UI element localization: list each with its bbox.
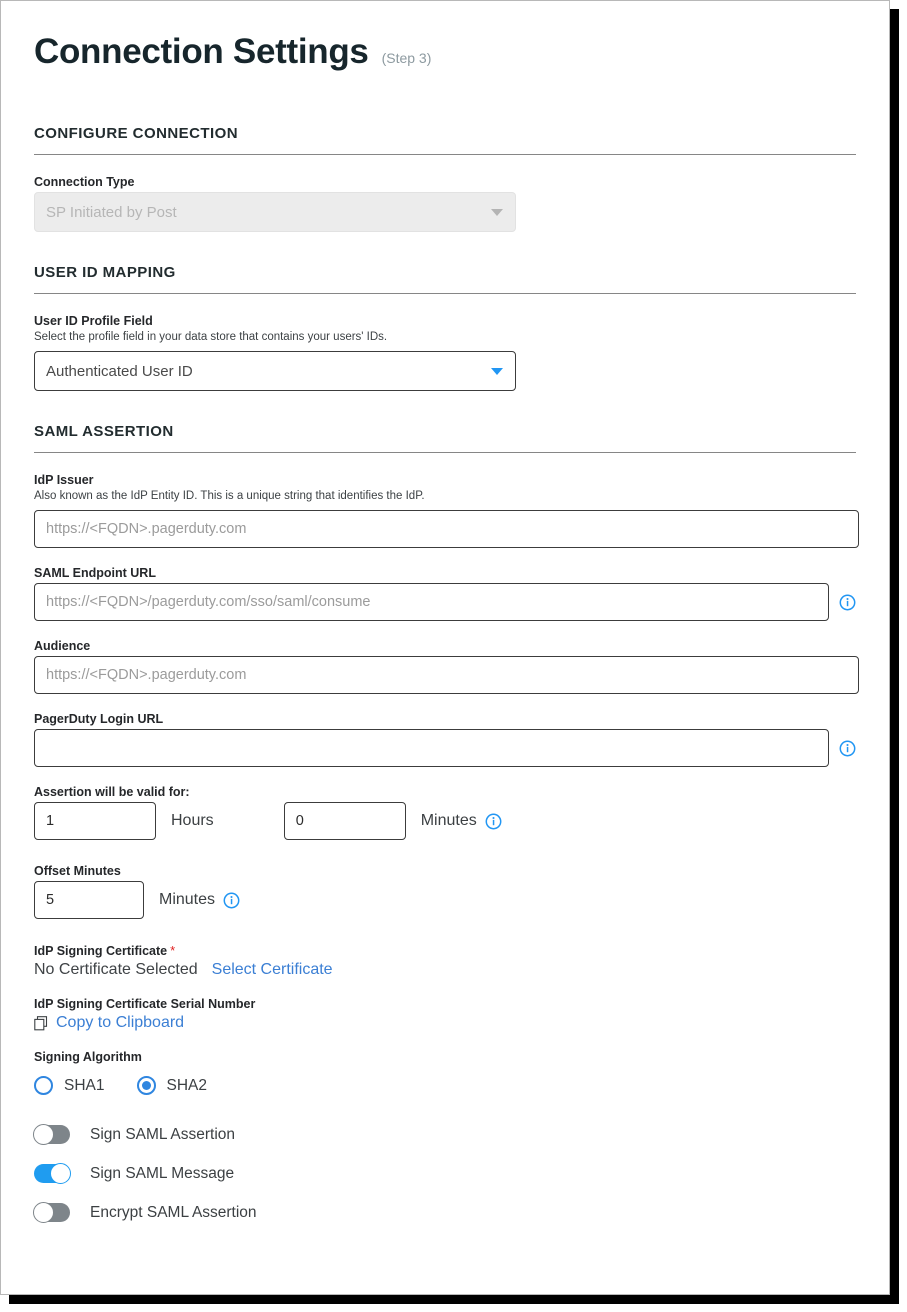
chevron-down-icon	[491, 368, 503, 375]
audience-input[interactable]	[34, 656, 859, 694]
section-divider	[34, 154, 856, 155]
field-signing-algorithm: Signing Algorithm SHA1 SHA2	[34, 1050, 856, 1095]
signing-algorithm-label: Signing Algorithm	[34, 1050, 856, 1064]
saml-endpoint-url-input[interactable]	[34, 583, 829, 621]
assertion-minutes-input[interactable]	[284, 802, 406, 840]
assertion-hours-input[interactable]	[34, 802, 156, 840]
idp-issuer-input[interactable]	[34, 510, 859, 548]
saml-toggle-list: Sign SAML Assertion Sign SAML Message En…	[34, 1125, 856, 1222]
field-idp-issuer: IdP Issuer Also known as the IdP Entity …	[34, 473, 856, 548]
field-connection-type: Connection Type SP Initiated by Post	[34, 175, 856, 232]
toggle-label-sign-saml-message: Sign SAML Message	[90, 1165, 234, 1183]
page-title: Connection Settings	[34, 34, 369, 69]
section-title-configure-connection: CONFIGURE CONNECTION	[34, 125, 856, 142]
toggle-encrypt-saml-assertion[interactable]: Encrypt SAML Assertion	[34, 1203, 856, 1222]
assertion-validity-row: Hours Minutes	[34, 802, 856, 840]
connection-type-label: Connection Type	[34, 175, 856, 189]
toggle-switch-icon	[34, 1164, 70, 1183]
section-title-user-id-mapping: USER ID MAPPING	[34, 264, 856, 281]
idp-signing-certificate-serial-label: IdP Signing Certificate Serial Number	[34, 997, 856, 1011]
chevron-down-icon	[491, 209, 503, 216]
saml-endpoint-url-label: SAML Endpoint URL	[34, 566, 856, 580]
page-content: Connection Settings (Step 3) CONFIGURE C…	[1, 1, 889, 1222]
offset-minutes-input[interactable]	[34, 881, 144, 919]
section-saml-assertion: SAML ASSERTION IdP Issuer Also known as …	[34, 423, 856, 1222]
pagerduty-login-url-row	[34, 729, 856, 767]
connection-type-select: SP Initiated by Post	[34, 192, 516, 232]
toggle-sign-saml-assertion[interactable]: Sign SAML Assertion	[34, 1125, 856, 1144]
idp-issuer-label: IdP Issuer	[34, 473, 856, 487]
toggle-switch-icon	[34, 1203, 70, 1222]
copy-icon	[34, 1016, 49, 1031]
assertion-minutes-unit: Minutes	[421, 812, 477, 830]
idp-signing-certificate-label-text: IdP Signing Certificate	[34, 944, 167, 958]
settings-page-frame: Connection Settings (Step 3) CONFIGURE C…	[0, 0, 890, 1295]
section-divider	[34, 293, 856, 294]
page-header: Connection Settings (Step 3)	[34, 34, 856, 69]
radio-label-sha2: SHA2	[167, 1077, 208, 1095]
assertion-hours-unit: Hours	[171, 812, 214, 830]
info-icon[interactable]	[485, 813, 502, 830]
user-id-profile-select-value: Authenticated User ID	[34, 351, 516, 391]
offset-minutes-row: Minutes	[34, 881, 856, 919]
radio-option-sha2[interactable]: SHA2	[137, 1076, 208, 1095]
select-certificate-link[interactable]: Select Certificate	[212, 961, 333, 979]
pagerduty-login-url-input[interactable]	[34, 729, 829, 767]
toggle-label-sign-saml-assertion: Sign SAML Assertion	[90, 1126, 235, 1144]
signing-algorithm-options: SHA1 SHA2	[34, 1076, 856, 1095]
field-assertion-validity: Assertion will be valid for: Hours Minut…	[34, 785, 856, 840]
section-title-saml-assertion: SAML ASSERTION	[34, 423, 856, 440]
required-marker: *	[170, 943, 175, 958]
info-icon[interactable]	[839, 594, 856, 611]
field-idp-signing-certificate: IdP Signing Certificate* No Certificate …	[34, 943, 856, 979]
info-icon[interactable]	[223, 892, 240, 909]
idp-signing-certificate-row: No Certificate Selected Select Certifica…	[34, 961, 856, 979]
field-offset-minutes: Offset Minutes Minutes	[34, 864, 856, 919]
user-id-profile-select[interactable]: Authenticated User ID	[34, 351, 516, 391]
user-id-profile-hint: Select the profile field in your data st…	[34, 331, 856, 343]
toggle-switch-icon	[34, 1125, 70, 1144]
assertion-validity-label: Assertion will be valid for:	[34, 785, 856, 799]
offset-minutes-unit: Minutes	[159, 891, 215, 909]
field-pagerduty-login-url: PagerDuty Login URL	[34, 712, 856, 767]
radio-option-sha1[interactable]: SHA1	[34, 1076, 105, 1095]
toggle-label-encrypt-saml-assertion: Encrypt SAML Assertion	[90, 1204, 257, 1222]
saml-endpoint-url-row	[34, 583, 856, 621]
offset-minutes-label: Offset Minutes	[34, 864, 856, 878]
field-saml-endpoint-url: SAML Endpoint URL	[34, 566, 856, 621]
radio-label-sha1: SHA1	[64, 1077, 105, 1095]
pagerduty-login-url-label: PagerDuty Login URL	[34, 712, 856, 726]
copy-to-clipboard-row[interactable]: Copy to Clipboard	[34, 1014, 856, 1032]
radio-icon	[137, 1076, 156, 1095]
copy-to-clipboard-link[interactable]: Copy to Clipboard	[56, 1014, 184, 1032]
field-user-id-profile: User ID Profile Field Select the profile…	[34, 314, 856, 391]
section-divider	[34, 452, 856, 453]
certificate-status: No Certificate Selected	[34, 961, 198, 979]
toggle-sign-saml-message[interactable]: Sign SAML Message	[34, 1164, 856, 1183]
info-icon[interactable]	[839, 740, 856, 757]
field-audience: Audience	[34, 639, 856, 694]
radio-icon	[34, 1076, 53, 1095]
audience-label: Audience	[34, 639, 856, 653]
idp-signing-certificate-label: IdP Signing Certificate*	[34, 943, 856, 958]
field-idp-signing-certificate-serial: IdP Signing Certificate Serial Number Co…	[34, 997, 856, 1032]
user-id-profile-label: User ID Profile Field	[34, 314, 856, 328]
section-user-id-mapping: USER ID MAPPING User ID Profile Field Se…	[34, 264, 856, 391]
idp-issuer-hint: Also known as the IdP Entity ID. This is…	[34, 490, 856, 502]
connection-type-select-value: SP Initiated by Post	[34, 192, 516, 232]
section-configure-connection: CONFIGURE CONNECTION Connection Type SP …	[34, 125, 856, 232]
step-indicator: (Step 3)	[382, 50, 432, 66]
